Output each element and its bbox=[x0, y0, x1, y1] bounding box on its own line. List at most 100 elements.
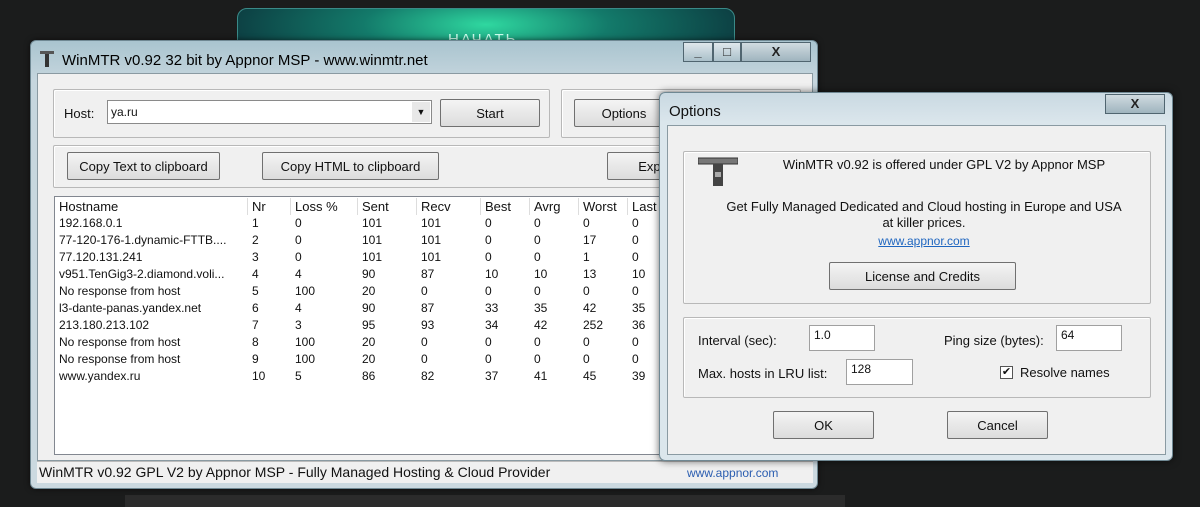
table-cell: No response from host bbox=[59, 284, 181, 298]
interval-input[interactable]: 1.0 bbox=[809, 325, 875, 351]
table-cell: 39 bbox=[632, 369, 646, 383]
table-cell: 3 bbox=[252, 250, 259, 264]
table-row[interactable]: No response from host 5 100 20 0 0 0 0 0 bbox=[55, 283, 673, 300]
table-cell: 0 bbox=[534, 352, 541, 366]
table-cell: 36 bbox=[632, 318, 646, 332]
table-cell: 1 bbox=[583, 250, 590, 264]
table-cell: No response from host bbox=[59, 335, 181, 349]
ping-size-input[interactable]: 64 bbox=[1056, 325, 1122, 351]
table-cell: 252 bbox=[583, 318, 604, 332]
table-cell: 100 bbox=[295, 335, 316, 349]
table-cell: 77-120-176-1.dynamic-FTTB.... bbox=[59, 233, 227, 247]
settings-panel: Interval (sec): 1.0 Ping size (bytes): 6… bbox=[683, 317, 1151, 398]
host-group: Host: ya.ru ▼ Start bbox=[53, 89, 550, 138]
table-cell: 10 bbox=[534, 267, 548, 281]
table-cell: No response from host bbox=[59, 352, 181, 366]
column-header[interactable]: Best bbox=[481, 198, 530, 215]
table-cell: 87 bbox=[421, 267, 435, 281]
promo-text: Get Fully Managed Dedicated and Cloud ho… bbox=[726, 199, 1122, 230]
table-cell: 0 bbox=[295, 250, 302, 264]
column-header[interactable]: Worst bbox=[579, 198, 628, 215]
resolve-names-checkbox[interactable]: ✔ bbox=[1000, 366, 1013, 379]
table-row[interactable]: v951.TenGig3-2.diamond.voli... 4 4 90 87 10 10… bbox=[55, 266, 673, 283]
minimize-button[interactable]: _ bbox=[683, 42, 713, 62]
copy-html-button[interactable]: Copy HTML to clipboard bbox=[262, 152, 439, 180]
table-cell: 213.180.213.102 bbox=[59, 318, 150, 332]
host-combobox[interactable]: ya.ru ▼ bbox=[107, 100, 432, 124]
status-bar: WinMTR v0.92 GPL V2 by Appnor MSP - Full… bbox=[37, 461, 813, 483]
table-cell: 100 bbox=[295, 284, 316, 298]
table-cell: 0 bbox=[632, 335, 639, 349]
table-cell: 101 bbox=[362, 250, 383, 264]
table-cell: 0 bbox=[421, 352, 428, 366]
table-cell: 4 bbox=[295, 301, 302, 315]
maximize-button[interactable]: □ bbox=[713, 42, 741, 62]
table-row[interactable]: No response from host 9 100 20 0 0 0 0 0 bbox=[55, 351, 673, 368]
table-cell: 0 bbox=[583, 284, 590, 298]
table-cell: 86 bbox=[362, 369, 376, 383]
column-header[interactable]: Recv bbox=[417, 198, 481, 215]
table-row[interactable]: www.yandex.ru 10 5 86 82 37 41 45 39 bbox=[55, 368, 673, 385]
table-row[interactable]: 77-120-176-1.dynamic-FTTB.... 2 0 101 101 0 0 1… bbox=[55, 232, 673, 249]
about-panel: WinMTR v0.92 is offered under GPL V2 by … bbox=[683, 151, 1151, 304]
ok-button[interactable]: OK bbox=[773, 411, 874, 439]
column-header[interactable]: Avrg bbox=[530, 198, 579, 215]
table-cell: 0 bbox=[421, 335, 428, 349]
column-header[interactable]: Nr bbox=[248, 198, 291, 215]
table-cell: 0 bbox=[534, 284, 541, 298]
host-label: Host: bbox=[64, 106, 95, 121]
column-header[interactable]: Loss % bbox=[291, 198, 358, 215]
cancel-button[interactable]: Cancel bbox=[947, 411, 1048, 439]
start-button[interactable]: Start bbox=[440, 99, 540, 127]
table-cell: 0 bbox=[485, 233, 492, 247]
column-header[interactable]: Hostname bbox=[55, 198, 248, 215]
table-cell: 0 bbox=[632, 284, 639, 298]
table-cell: 93 bbox=[421, 318, 435, 332]
table-cell: 10 bbox=[252, 369, 266, 383]
table-cell: 0 bbox=[534, 250, 541, 264]
table-cell: 9 bbox=[252, 352, 259, 366]
winmtr-app-icon bbox=[40, 51, 54, 67]
host-value: ya.ru bbox=[111, 105, 138, 119]
chevron-down-icon[interactable]: ▼ bbox=[412, 102, 430, 122]
ping-size-label: Ping size (bytes): bbox=[944, 333, 1044, 348]
table-cell: 17 bbox=[583, 233, 597, 247]
copy-text-button[interactable]: Copy Text to clipboard bbox=[67, 152, 220, 180]
max-hosts-label: Max. hosts in LRU list: bbox=[698, 366, 828, 381]
table-cell: 0 bbox=[632, 250, 639, 264]
dialog-title: Options bbox=[669, 103, 721, 120]
table-cell: 37 bbox=[485, 369, 499, 383]
close-button[interactable]: X bbox=[741, 42, 811, 62]
table-cell: 4 bbox=[295, 267, 302, 281]
table-row[interactable]: l3-dante-panas.yandex.net 6 4 90 87 33 35 42 35 bbox=[55, 300, 673, 317]
max-hosts-input[interactable]: 128 bbox=[846, 359, 913, 385]
results-table[interactable]: Hostname Nr Loss % Sent Recv Best Avrg Worst Las… bbox=[54, 196, 678, 455]
table-cell: 95 bbox=[362, 318, 376, 332]
table-cell: 20 bbox=[362, 284, 376, 298]
table-row[interactable]: 213.180.213.102 7 3 95 93 34 42 252 36 bbox=[55, 317, 673, 334]
winmtr-logo-icon bbox=[698, 157, 738, 186]
table-cell: 101 bbox=[362, 216, 383, 230]
table-cell: 101 bbox=[421, 216, 442, 230]
license-credits-button[interactable]: License and Credits bbox=[829, 262, 1016, 290]
table-row[interactable]: 77.120.131.241 3 0 101 101 0 0 1 0 bbox=[55, 249, 673, 266]
table-cell: 90 bbox=[362, 267, 376, 281]
background-bar bbox=[125, 495, 845, 507]
options-dialog: Options X WinMTR v0.92 is offered under … bbox=[659, 92, 1173, 461]
table-cell: 101 bbox=[362, 233, 383, 247]
table-cell: 5 bbox=[252, 284, 259, 298]
status-link[interactable]: www.appnor.com bbox=[687, 466, 778, 480]
table-cell: 100 bbox=[295, 352, 316, 366]
table-cell: 10 bbox=[632, 267, 646, 281]
column-header[interactable]: Sent bbox=[358, 198, 417, 215]
table-row[interactable]: 192.168.0.1 1 0 101 101 0 0 0 0 bbox=[55, 215, 673, 232]
table-cell: 0 bbox=[485, 335, 492, 349]
table-cell: 0 bbox=[632, 216, 639, 230]
table-cell: 7 bbox=[252, 318, 259, 332]
table-cell: 4 bbox=[252, 267, 259, 281]
table-row[interactable]: No response from host 8 100 20 0 0 0 0 0 bbox=[55, 334, 673, 351]
appnor-link[interactable]: www.appnor.com bbox=[724, 234, 1124, 248]
dialog-close-button[interactable]: X bbox=[1105, 94, 1165, 114]
table-cell: 82 bbox=[421, 369, 435, 383]
table-cell: 8 bbox=[252, 335, 259, 349]
